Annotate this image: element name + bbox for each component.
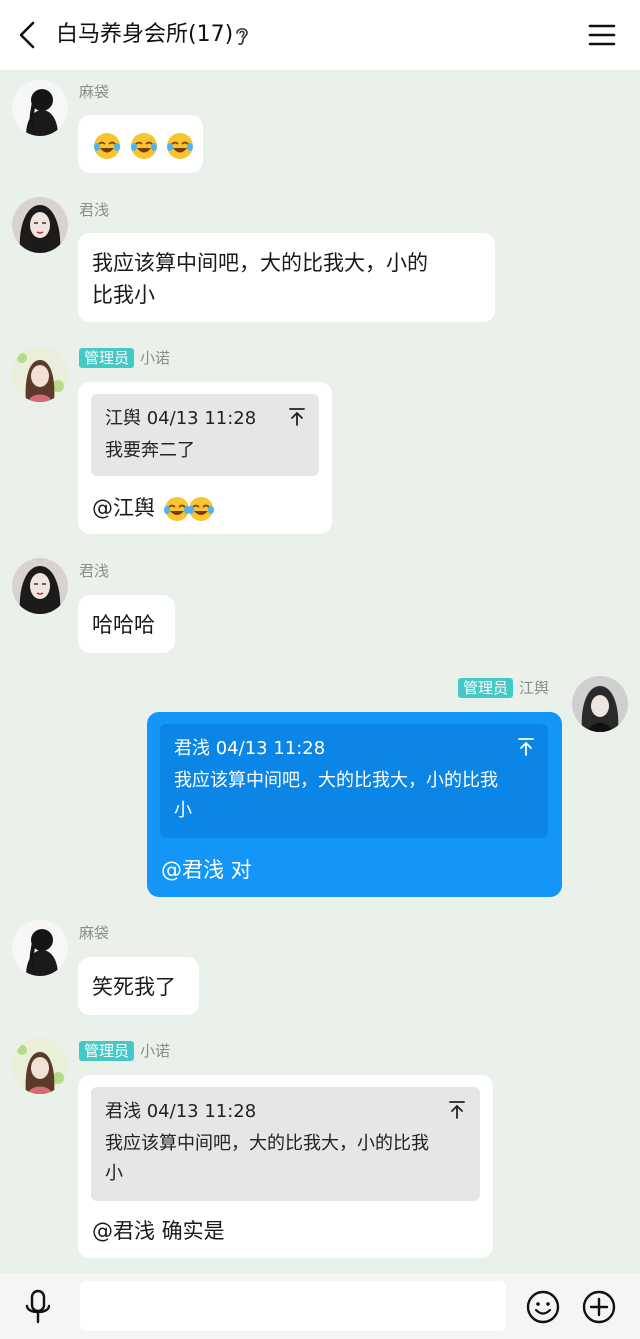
quoted-message[interactable]: 君浅 04/13 11:28 我应该算中间吧，大的比我大，小的比我 小 bbox=[91, 1087, 480, 1201]
avatar[interactable] bbox=[572, 676, 628, 732]
message-text: @君浅 确实是 bbox=[92, 1219, 225, 1243]
avatar[interactable] bbox=[12, 346, 68, 402]
sender-name: 江舆 bbox=[519, 679, 550, 697]
jump-to-top-icon[interactable] bbox=[516, 736, 536, 758]
message-text: @江舆 bbox=[92, 496, 155, 520]
sender-name-row: 管理员 小诺 bbox=[79, 348, 170, 368]
add-plus-icon[interactable] bbox=[581, 1289, 617, 1325]
message-input[interactable] bbox=[80, 1281, 506, 1331]
message-text-line: 我应该算中间吧，大的比我大，小的 bbox=[92, 251, 428, 275]
sender-name: 麻袋 bbox=[79, 924, 110, 942]
quote-header: 君浅 04/13 11:28 bbox=[174, 738, 326, 759]
avatar[interactable] bbox=[12, 1038, 68, 1094]
jump-to-top-icon[interactable] bbox=[287, 406, 307, 428]
admin-badge: 管理员 bbox=[458, 678, 514, 698]
message-bubble[interactable]: 江舆 04/13 11:28 我要奔二了 @江舆 bbox=[78, 382, 332, 534]
group-title: 白马养身会所(17) bbox=[56, 22, 234, 47]
sender-name-row: 管理员 小诺 bbox=[79, 1041, 170, 1061]
quote-text-line: 我应该算中间吧，大的比我大，小的比我 bbox=[174, 770, 498, 791]
message-bubble[interactable]: 笑死我了 bbox=[78, 957, 199, 1015]
avatar[interactable] bbox=[12, 197, 68, 253]
back-arrow-icon[interactable] bbox=[14, 20, 42, 50]
laughing-crying-emoji-icon bbox=[129, 131, 159, 161]
quoted-message[interactable]: 江舆 04/13 11:28 我要奔二了 bbox=[91, 394, 319, 476]
avatar[interactable] bbox=[12, 80, 68, 136]
jump-to-top-icon[interactable] bbox=[447, 1099, 467, 1121]
sender-name-row: 管理员 江舆 bbox=[458, 678, 549, 698]
message-bubble[interactable]: 君浅 04/13 11:28 我应该算中间吧，大的比我大，小的比我 小 @君浅 … bbox=[147, 712, 562, 897]
quoted-message[interactable]: 君浅 04/13 11:28 我应该算中间吧，大的比我大，小的比我 小 bbox=[160, 724, 548, 838]
avatar[interactable] bbox=[12, 920, 68, 976]
laughing-crying-emoji-icon bbox=[186, 494, 216, 524]
quote-text-line: 小 bbox=[174, 800, 192, 821]
quote-header: 君浅 04/13 11:28 bbox=[105, 1101, 257, 1122]
menu-icon[interactable] bbox=[586, 20, 618, 50]
sender-name: 小诺 bbox=[140, 349, 171, 367]
message-text: 笑死我了 bbox=[92, 975, 176, 999]
laughing-crying-emoji-icon bbox=[165, 131, 195, 161]
emoji-smile-icon[interactable] bbox=[525, 1289, 561, 1325]
message-bubble[interactable] bbox=[78, 115, 203, 173]
laughing-crying-emoji-icon bbox=[92, 131, 122, 161]
sender-name: 麻袋 bbox=[79, 83, 110, 101]
quote-text: 我要奔二了 bbox=[105, 440, 195, 461]
microphone-icon[interactable] bbox=[22, 1289, 54, 1325]
message-bubble[interactable]: 我应该算中间吧，大的比我大，小的 比我小 bbox=[78, 233, 495, 322]
message-text: 哈哈哈 bbox=[92, 613, 155, 637]
quote-text-line: 我应该算中间吧，大的比我大，小的比我 bbox=[105, 1133, 429, 1154]
message-text-line: 比我小 bbox=[92, 283, 155, 307]
chat-header: 白马养身会所(17) bbox=[0, 0, 640, 70]
admin-badge: 管理员 bbox=[79, 1041, 135, 1061]
message-text: @君浅 对 bbox=[161, 858, 252, 882]
message-bubble[interactable]: 君浅 04/13 11:28 我应该算中间吧，大的比我大，小的比我 小 @君浅 … bbox=[78, 1075, 493, 1258]
admin-badge: 管理员 bbox=[79, 348, 135, 368]
sender-name: 小诺 bbox=[140, 1042, 171, 1060]
sender-name: 君浅 bbox=[79, 201, 110, 219]
input-bar bbox=[0, 1273, 640, 1339]
sender-name: 君浅 bbox=[79, 562, 110, 580]
message-bubble[interactable]: 哈哈哈 bbox=[78, 595, 175, 653]
avatar[interactable] bbox=[12, 558, 68, 614]
ear-icon bbox=[232, 24, 252, 48]
quote-header: 江舆 04/13 11:28 bbox=[105, 408, 257, 429]
quote-text-line: 小 bbox=[105, 1163, 123, 1184]
